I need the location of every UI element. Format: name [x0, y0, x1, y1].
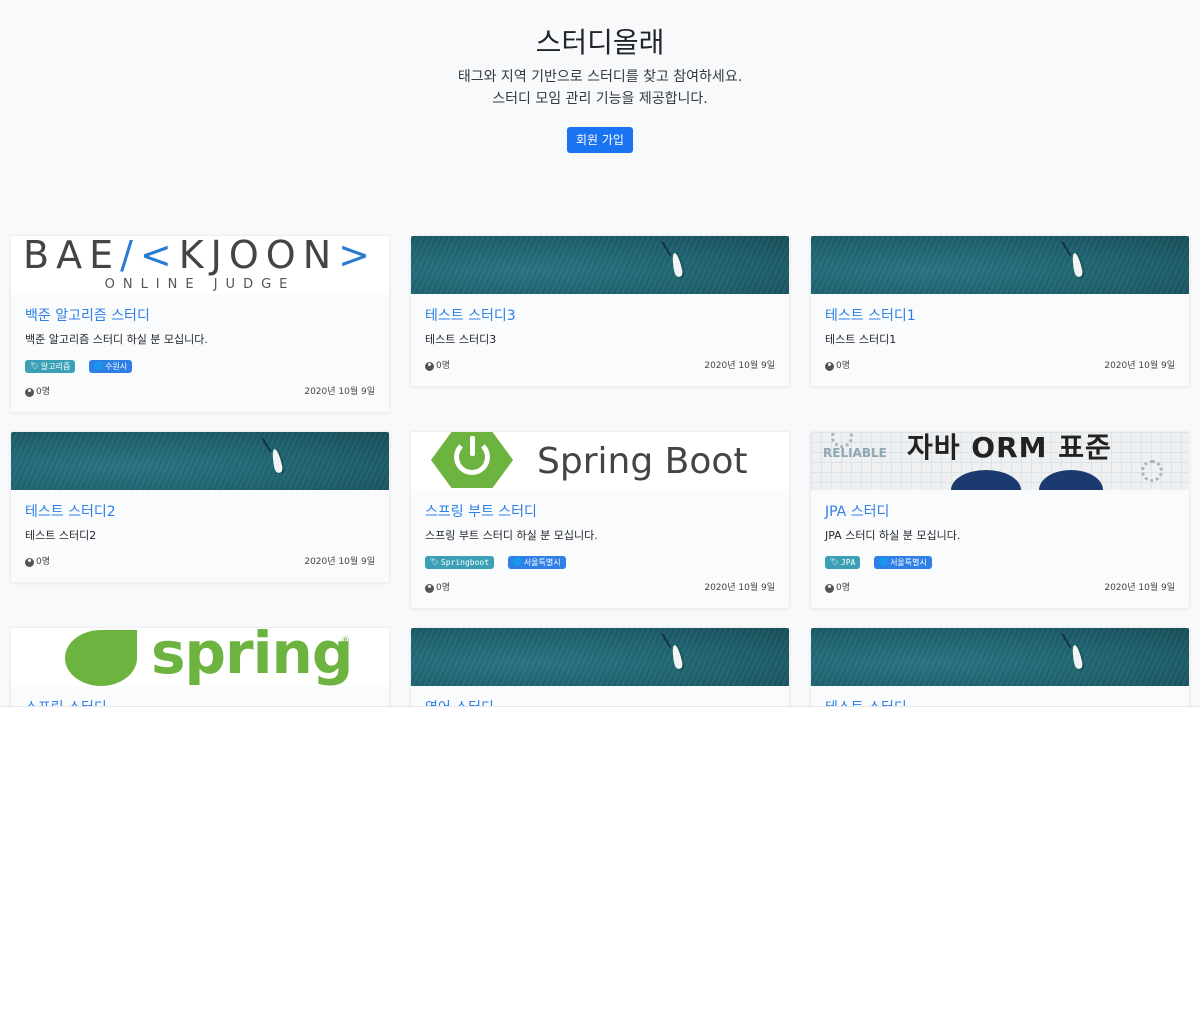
user-circle-icon: [425, 583, 434, 593]
study-title-link[interactable]: 백준 알고리즘 스터디: [25, 306, 375, 326]
study-title-link[interactable]: 테스트 스터디3: [425, 306, 775, 326]
study-image-default[interactable]: [811, 236, 1189, 294]
study-card-baekjoon[interactable]: BAE/<KJOON> ONLINE JUDGE 백준 알고리즘 스터디 백준 …: [10, 235, 390, 413]
topic-tag[interactable]: 🏷 알고리즘: [25, 360, 76, 373]
study-card-test1[interactable]: 테스트 스터디1 테스트 스터디1 0명 2020년 10월 9일: [810, 235, 1190, 387]
baekjoon-logo: BAE/<KJOON> ONLINE JUDGE: [23, 236, 377, 292]
study-title-link[interactable]: 테스트 스터디1: [825, 306, 1175, 326]
card-body: 스프링 부트 스터디 스프링 부트 스터디 하실 분 모십니다. 🏷 Spring…: [411, 490, 789, 608]
tag-icon: 🏷: [830, 558, 839, 566]
hero-line-1: 태그와 지역 기반으로 스터디를 찾고 참여하세요.: [457, 69, 743, 85]
card-footer: 0명 2020년 10월 9일: [425, 360, 775, 372]
boat-icon: [670, 252, 684, 278]
study-card-jpa[interactable]: RELIABLE 자바 ORM 표준 JPA 스터디 JPA 스터디 하실 분 …: [810, 431, 1190, 609]
user-circle-icon: [25, 557, 34, 567]
created-date: 2020년 10월 9일: [304, 387, 375, 397]
spring-boot-logo: Spring Boot: [411, 432, 789, 490]
study-image-default[interactable]: [11, 432, 389, 490]
member-count: 0명: [825, 582, 850, 594]
study-image-springboot[interactable]: Spring Boot: [411, 432, 789, 490]
page-title: 스터디올래: [535, 26, 665, 59]
created-date: 2020년 10월 9일: [704, 583, 775, 593]
card-body: JPA 스터디 JPA 스터디 하실 분 모십니다. 🏷 JPA 🌐 서울특별시 0…: [811, 490, 1189, 608]
card-body: 테스트 스터디: [811, 686, 1189, 707]
study-title-link[interactable]: JPA 스터디: [825, 502, 1175, 522]
globe-icon: 🌐: [94, 362, 104, 370]
tag-icon: 🏷: [30, 362, 39, 370]
user-circle-icon: [425, 361, 434, 371]
boat-icon: [1070, 252, 1084, 278]
user-circle-icon: [825, 361, 834, 371]
card-body: 스프링 스터디: [11, 686, 389, 707]
study-card-test[interactable]: 테스트 스터디: [810, 627, 1190, 707]
card-body: 영어 스터디: [411, 686, 789, 707]
signup-button[interactable]: 회원 가입: [567, 127, 633, 153]
study-description: JPA 스터디 하실 분 모십니다.: [825, 529, 961, 542]
card-footer: 0명 2020년 10월 9일: [25, 556, 375, 568]
tag-icon: 🏷: [430, 558, 439, 566]
study-image-default[interactable]: [411, 628, 789, 686]
jpa-book-cover: RELIABLE 자바 ORM 표준: [811, 432, 1189, 490]
hero-section: 스터디올래 태그와 지역 기반으로 스터디를 찾고 참여하세요. 스터디 모임 …: [0, 26, 1200, 153]
study-card-english[interactable]: 영어 스터디: [410, 627, 790, 707]
tag-list: 🏷 JPA 🌐 서울특별시: [825, 556, 1175, 570]
leaf-icon: [65, 630, 137, 686]
boat-icon: [1070, 644, 1084, 670]
study-card-test3[interactable]: 테스트 스터디3 테스트 스터디3 0명 2020년 10월 9일: [410, 235, 790, 387]
member-count: 0명: [425, 582, 450, 594]
study-image-baekjoon[interactable]: BAE/<KJOON> ONLINE JUDGE: [11, 236, 389, 294]
card-footer: 0명 2020년 10월 9일: [825, 582, 1175, 594]
tag-list: 🏷 알고리즘 🌐 수원시: [25, 360, 375, 374]
zone-tag[interactable]: 🌐 서울특별시: [874, 556, 932, 569]
card-body: 백준 알고리즘 스터디 백준 알고리즘 스터디 하실 분 모십니다. 🏷 알고리즘…: [11, 294, 389, 412]
member-count: 0명: [825, 360, 850, 372]
study-description: 백준 알고리즘 스터디 하실 분 모십니다.: [25, 333, 208, 346]
study-title-link[interactable]: 테스트 스터디2: [25, 502, 375, 522]
card-body: 테스트 스터디3 테스트 스터디3 0명 2020년 10월 9일: [411, 294, 789, 386]
study-image-default[interactable]: [411, 236, 789, 294]
study-image-jpa[interactable]: RELIABLE 자바 ORM 표준: [811, 432, 1189, 490]
gear-icon: [1141, 460, 1163, 482]
zone-tag[interactable]: 🌐 서울특별시: [508, 556, 566, 569]
member-count: 0명: [25, 386, 50, 398]
card-body: 테스트 스터디2 테스트 스터디2 0명 2020년 10월 9일: [11, 490, 389, 582]
created-date: 2020년 10월 9일: [304, 557, 375, 567]
hero-lead: 태그와 지역 기반으로 스터디를 찾고 참여하세요. 스터디 모임 관리 기능을…: [0, 66, 1200, 110]
tag-list: 🏷 Springboot 🌐 서울특별시: [425, 556, 775, 570]
card-footer: 0명 2020년 10월 9일: [425, 582, 775, 594]
study-card-test2[interactable]: 테스트 스터디2 테스트 스터디2 0명 2020년 10월 9일: [10, 431, 390, 583]
globe-icon: 🌐: [513, 558, 522, 566]
spring-logo: spring ®: [11, 628, 389, 686]
card-footer: 0명 2020년 10월 9일: [825, 360, 1175, 372]
topic-tag[interactable]: 🏷 Springboot: [425, 556, 495, 569]
user-circle-icon: [825, 583, 834, 593]
globe-icon: 🌐: [879, 558, 889, 566]
study-description: 테스트 스터디1: [825, 333, 897, 346]
boat-icon: [270, 448, 284, 474]
user-circle-icon: [25, 387, 34, 397]
created-date: 2020년 10월 9일: [1104, 583, 1175, 593]
study-title-link[interactable]: 스프링 부트 스터디: [425, 502, 775, 522]
member-count: 0명: [425, 360, 450, 372]
card-footer: 0명 2020년 10월 9일: [25, 386, 375, 398]
study-image-default[interactable]: [811, 628, 1189, 686]
study-card-spring[interactable]: spring ® 스프링 스터디: [10, 627, 390, 707]
study-description: 테스트 스터디3: [425, 333, 497, 346]
browser-viewport: 스터디올래 태그와 지역 기반으로 스터디를 찾고 참여하세요. 스터디 모임 …: [0, 0, 1200, 707]
hero-line-2: 스터디 모임 관리 기능을 제공합니다.: [492, 91, 708, 107]
created-date: 2020년 10월 9일: [1104, 361, 1175, 371]
zone-tag[interactable]: 🌐 수원시: [89, 360, 133, 373]
study-description: 스프링 부트 스터디 하실 분 모십니다.: [425, 529, 598, 542]
boat-icon: [670, 644, 684, 670]
topic-tag[interactable]: 🏷 JPA: [825, 556, 861, 569]
study-card-springboot[interactable]: Spring Boot 스프링 부트 스터디 스프링 부트 스터디 하실 분 모…: [410, 431, 790, 609]
member-count: 0명: [25, 556, 50, 568]
study-description: 테스트 스터디2: [25, 529, 97, 542]
card-body: 테스트 스터디1 테스트 스터디1 0명 2020년 10월 9일: [811, 294, 1189, 386]
study-image-spring[interactable]: spring ®: [11, 628, 389, 686]
created-date: 2020년 10월 9일: [704, 361, 775, 371]
viewport-bottom-edge: [0, 706, 1200, 707]
